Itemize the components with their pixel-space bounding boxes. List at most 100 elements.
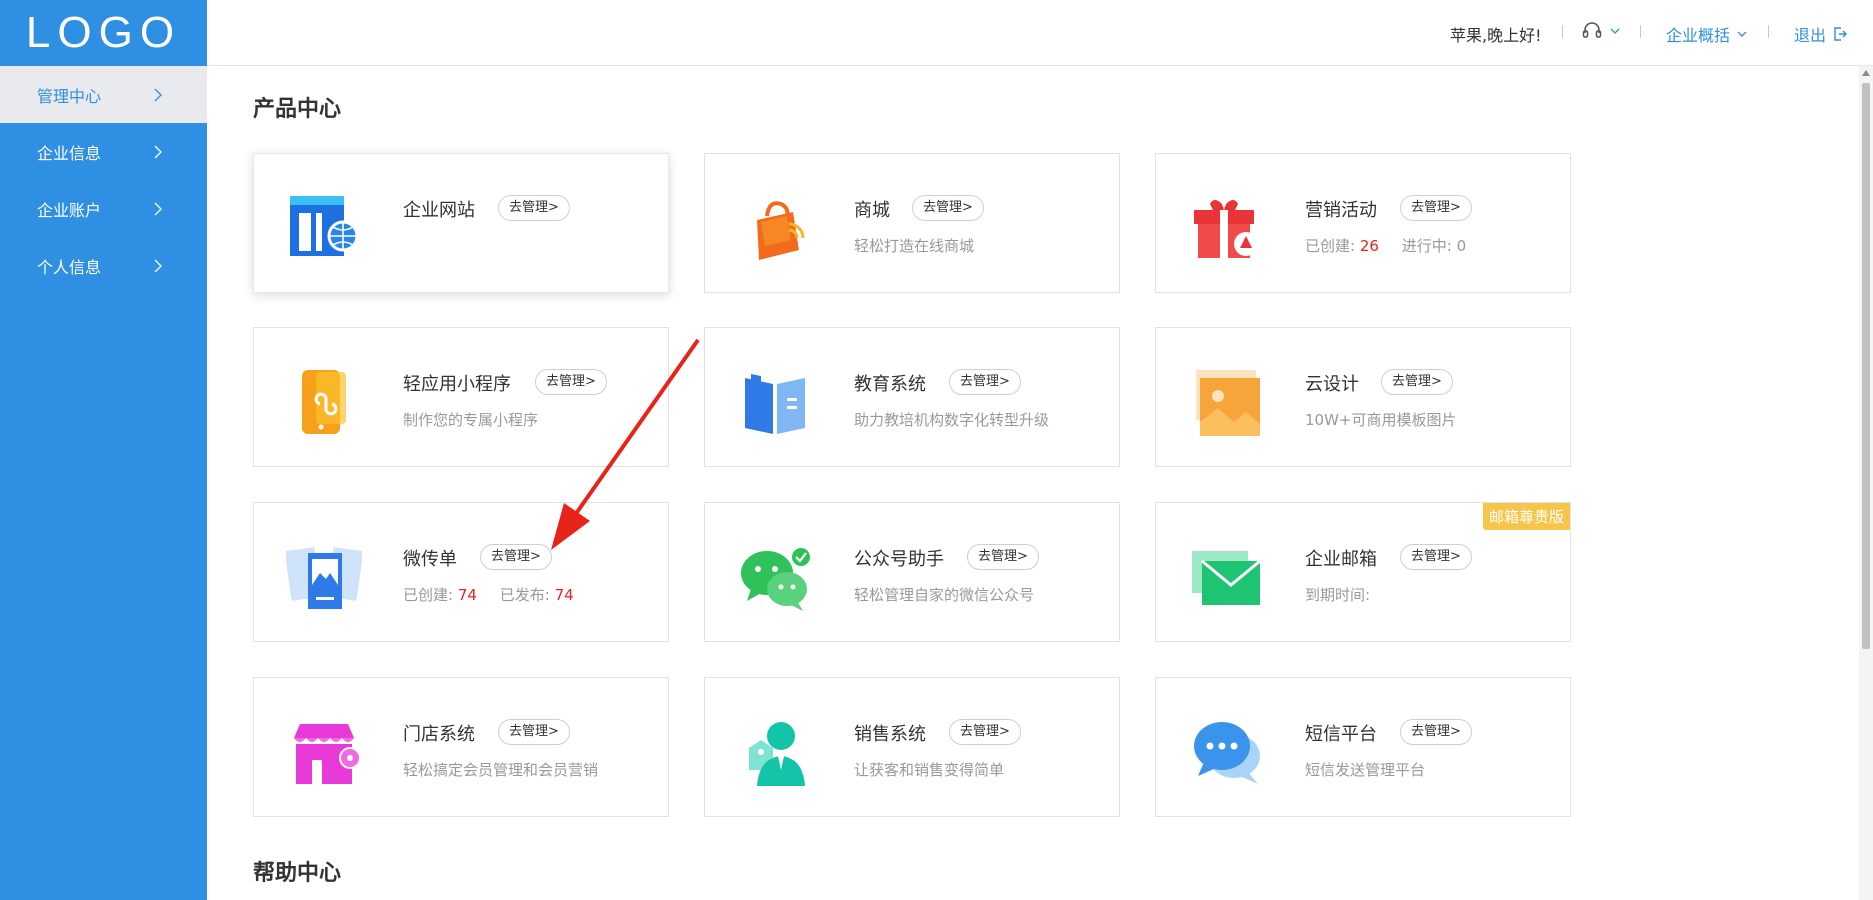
stat-label: 已发布: [499,586,550,604]
product-name: 教育系统 [854,374,926,395]
product-name: 门店系统 [403,724,475,745]
manage-button[interactable]: 去管理> [498,719,570,745]
product-description: 轻松搞定会员管理和会员营销 [403,761,599,779]
manage-button[interactable]: 去管理> [480,544,552,570]
manage-button[interactable]: 去管理> [1381,369,1453,395]
section-title-product-center: 产品中心 [253,97,342,122]
divider [1640,25,1641,38]
sales-person-icon [749,722,805,786]
top-header: 苹果,晚上好! 企业概括 退出 [207,0,1873,66]
manage-button[interactable]: 去管理> [1400,544,1472,570]
scroll-thumb[interactable] [1862,83,1870,649]
product-stats: 已创建: 74 已发布: 74 [403,584,592,605]
product-name: 企业邮箱 [1305,549,1377,570]
book-icon [745,374,805,434]
divider [1562,25,1563,38]
product-name: 微传单 [403,549,457,570]
product-card-store[interactable]: 门店系统 去管理> 轻松搞定会员管理和会员营销 [253,677,669,817]
overview-label: 企业概括 [1666,26,1731,45]
logout-icon [1834,27,1848,41]
section-title-help-center: 帮助中心 [253,861,342,886]
product-description: 轻松打造在线商城 [854,237,975,255]
stat-label: 已创建: [1305,237,1356,255]
website-icon [290,196,359,256]
product-card-wechat-assistant[interactable]: 公众号助手 去管理> 轻松管理自家的微信公众号 [704,502,1120,642]
chevron-down-icon [1737,31,1747,37]
product-card-marketing[interactable]: 营销活动 去管理> 已创建: 26 进行中: 0 [1155,153,1571,293]
mini-program-icon [302,370,346,434]
logout-label: 退出 [1794,26,1827,45]
product-card-mini-program[interactable]: 轻应用小程序 去管理> 制作您的专属小程序 [253,327,669,467]
manage-button[interactable]: 去管理> [535,369,607,395]
stat-value: 0 [1456,237,1467,255]
product-description: 制作您的专属小程序 [403,411,539,429]
sidebar-item-personal-info[interactable]: 个人信息 [0,237,207,294]
manage-button[interactable]: 去管理> [949,719,1021,745]
shopping-bag-icon [757,201,805,260]
sidebar-item-label: 个人信息 [37,257,102,277]
product-card-education[interactable]: 教育系统 去管理> 助力教培机构数字化转型升级 [704,327,1120,467]
product-name: 商城 [854,200,890,221]
product-name: 营销活动 [1305,200,1377,221]
chevron-right-icon [154,145,162,158]
overview-dropdown[interactable]: 企业概括 [1666,22,1748,46]
product-card-mall[interactable]: 商城 去管理> 轻松打造在线商城 [704,153,1120,293]
manage-button[interactable]: 去管理> [1400,719,1472,745]
product-card-flyer[interactable]: 微传单 去管理> 已创建: 74 已发布: 74 [253,502,669,642]
manage-button[interactable]: 去管理> [912,195,984,221]
sidebar-item-company-info[interactable]: 企业信息 [0,123,207,180]
product-description: 短信发送管理平台 [1305,761,1426,779]
stat-value: 74 [457,586,477,604]
product-card-cloud-design[interactable]: 云设计 去管理> 10W+可商用模板图片 [1155,327,1571,467]
product-name: 企业网站 [403,200,475,221]
store-icon [294,724,361,784]
sidebar-item-company-account[interactable]: 企业账户 [0,180,207,237]
wechat-icon [741,546,812,611]
product-name: 云设计 [1305,374,1359,395]
chevron-right-icon [154,88,162,101]
chevron-right-icon [154,202,162,215]
product-name: 销售系统 [854,724,926,745]
gift-icon [1194,200,1258,258]
divider [1768,25,1769,38]
flyer-icon [286,547,362,609]
image-icon [1196,370,1260,436]
customer-service-dropdown[interactable] [1581,20,1621,42]
stat-label: 进行中: [1401,237,1452,255]
stat-value: 74 [554,586,574,604]
chevron-down-icon [1610,28,1620,34]
greeting-text: 苹果,晚上好! [1450,26,1542,45]
stat-value: 26 [1359,237,1379,255]
manage-button[interactable]: 去管理> [967,544,1039,570]
product-card-sales[interactable]: 销售系统 去管理> 让获客和销售变得简单 [704,677,1120,817]
manage-button[interactable]: 去管理> [498,195,570,221]
manage-button[interactable]: 去管理> [1400,195,1472,221]
sidebar: LOGO 管理中心 企业信息 企业账户 个人信息 [0,0,207,900]
product-card-website[interactable]: 企业网站 去管理> [253,153,669,293]
sms-icon [1194,722,1260,784]
product-card-sms[interactable]: 短信平台 去管理> 短信发送管理平台 [1155,677,1571,817]
product-description: 让获客和销售变得简单 [854,761,1005,779]
premium-badge: 邮箱尊贵版 [1482,503,1570,530]
product-name: 轻应用小程序 [403,374,511,395]
product-description: 助力教培机构数字化转型升级 [854,411,1050,429]
scrollbar[interactable] [1859,66,1873,900]
product-name: 公众号助手 [854,549,944,570]
manage-button[interactable]: 去管理> [949,369,1021,395]
sidebar-item-label: 企业信息 [37,143,102,163]
mail-icon [1192,551,1261,605]
product-card-enterprise-mail[interactable]: 邮箱尊贵版 企业邮箱 去管理> 到期时间: [1155,502,1571,642]
product-description: 轻松管理自家的微信公众号 [854,586,1035,604]
product-name: 短信平台 [1305,724,1377,745]
logout-button[interactable]: 退出 [1794,22,1848,46]
sidebar-item-label: 管理中心 [37,86,102,106]
logo[interactable]: LOGO [0,0,207,66]
stat-label: 已创建: [403,586,454,604]
product-description: 10W+可商用模板图片 [1305,411,1457,429]
scroll-up-arrow-icon[interactable] [1862,70,1870,76]
chevron-right-icon [154,259,162,272]
expiry-label: 到期时间: [1305,586,1371,604]
sidebar-item-label: 企业账户 [37,200,102,220]
sidebar-item-management-center[interactable]: 管理中心 [0,66,207,123]
headset-icon [1582,22,1602,38]
